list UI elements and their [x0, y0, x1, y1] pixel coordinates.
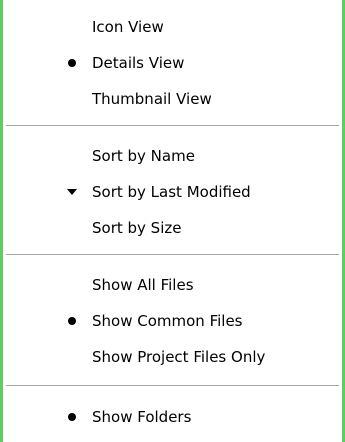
menu-item-sort-by-name[interactable]: Sort by Name — [6, 141, 339, 171]
sort-descending-arrow-icon — [67, 189, 77, 195]
menu-item-label: Show Project Files Only — [92, 348, 266, 366]
menu-item-label: Sort by Name — [92, 147, 195, 165]
selected-bullet-icon — [68, 59, 76, 67]
menu-separator — [6, 254, 339, 258]
menu-item-thumbnail-view[interactable]: Thumbnail View — [6, 84, 339, 114]
menu-item-label: Icon View — [92, 18, 164, 36]
menu-item-show-all-files[interactable]: Show All Files — [6, 270, 339, 300]
menu-separator — [6, 385, 339, 389]
menu-separator — [6, 125, 339, 129]
menu-item-label: Thumbnail View — [92, 90, 212, 108]
view-options-menu: Icon View Details View Thumbnail View So… — [0, 0, 345, 442]
menu-item-label: Details View — [92, 54, 185, 72]
menu-item-details-view[interactable]: Details View — [6, 48, 339, 78]
menu-item-label: Show All Files — [92, 276, 194, 294]
menu-item-label: Sort by Last Modified — [92, 183, 251, 201]
selected-bullet-icon — [68, 413, 76, 421]
menu-item-show-common-files[interactable]: Show Common Files — [6, 306, 339, 336]
menu-item-show-folders[interactable]: Show Folders — [6, 402, 339, 432]
menu-item-label: Show Common Files — [92, 312, 243, 330]
menu-item-icon-view[interactable]: Icon View — [6, 12, 339, 42]
menu-item-label: Sort by Size — [92, 219, 182, 237]
menu-item-label: Show Folders — [92, 408, 192, 426]
selected-bullet-icon — [68, 317, 76, 325]
menu-item-sort-by-last-modified[interactable]: Sort by Last Modified — [6, 177, 339, 207]
menu-item-sort-by-size[interactable]: Sort by Size — [6, 213, 339, 243]
menu-item-show-project-files-only[interactable]: Show Project Files Only — [6, 342, 339, 372]
